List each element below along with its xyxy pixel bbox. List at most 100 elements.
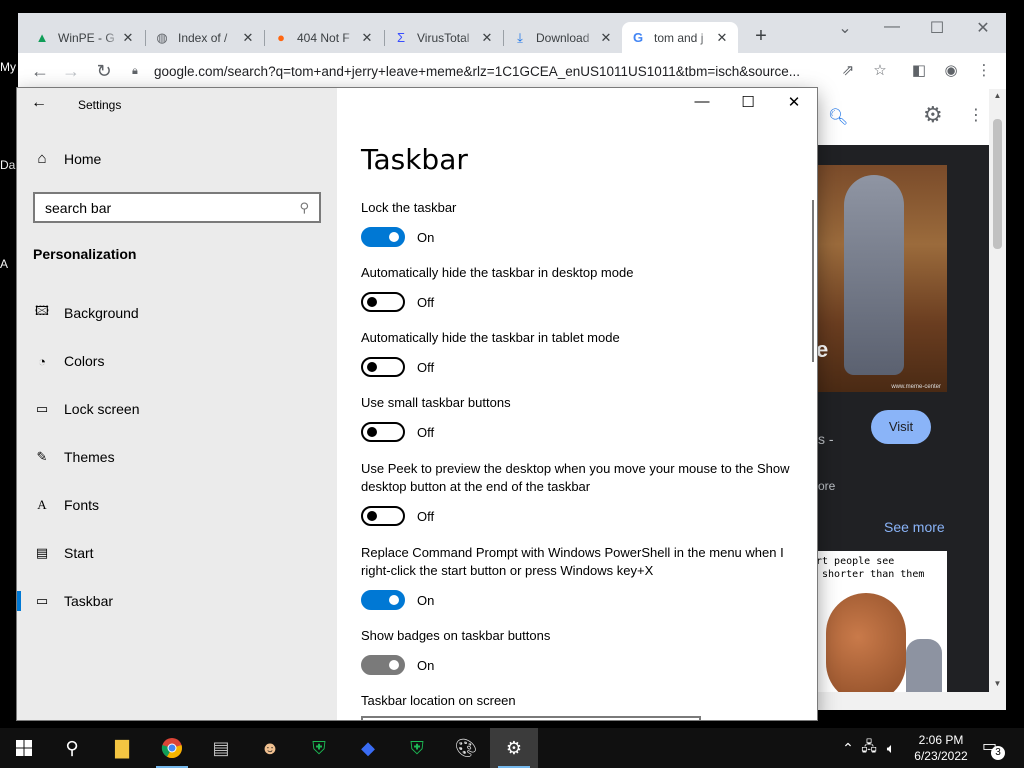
settings-gear-icon[interactable]: ⚙	[490, 728, 538, 768]
url-text[interactable]: google.com/search?q=tom+and+jerry+leave+…	[154, 64, 898, 79]
side-panel-icon[interactable]: ◧	[908, 61, 930, 79]
chevron-up-icon[interactable]: ⌃	[838, 740, 858, 757]
toggle-switch[interactable]	[361, 506, 405, 526]
sidebar-item-background[interactable]: 🖾︎ Background	[17, 293, 337, 333]
home-label: Home	[64, 150, 102, 167]
browser-tab[interactable]: ◍ Index of / ✕	[146, 22, 264, 53]
scroll-down-arrow-icon[interactable]: ▼	[989, 679, 1006, 688]
meme-image-tom[interactable]: e www.meme-center	[816, 165, 947, 392]
close-tab-icon[interactable]: ✕	[598, 30, 614, 46]
setting-lock-taskbar: Lock the taskbar On	[361, 199, 801, 247]
user-tool-icon[interactable]: ☻	[246, 728, 294, 768]
setting-label: Lock the taskbar	[361, 200, 457, 215]
setting-label: Use Peek to preview the desktop when you…	[361, 461, 790, 494]
address-bar[interactable]: 🔒︎ google.com/search?q=tom+and+jerry+lea…	[128, 57, 898, 85]
sidebar-item-label: Themes	[64, 449, 115, 465]
desktop-icon-label[interactable]: Da	[0, 158, 15, 172]
profile-avatar-icon[interactable]: ◉	[940, 61, 962, 79]
shield-check-icon[interactable]: ⛨	[393, 728, 441, 768]
tab-title: Index of /	[178, 30, 228, 45]
clock[interactable]: 2:06 PM 6/23/2022	[908, 732, 974, 764]
close-tab-icon[interactable]: ✕	[479, 30, 495, 46]
toggle-switch[interactable]	[361, 655, 405, 675]
setting-label: Automatically hide the taskbar in tablet…	[361, 330, 620, 345]
search-icon[interactable]: 🔍︎	[828, 107, 848, 127]
maximize-icon[interactable]: ☐	[922, 18, 952, 38]
sidebar-item-label: Start	[64, 545, 94, 561]
back-arrow-icon[interactable]: ←	[31, 94, 51, 112]
share-icon[interactable]: ⇗	[837, 61, 859, 79]
toggle-knob	[389, 232, 399, 242]
sidebar-item-lock-screen[interactable]: ▭ Lock screen	[17, 389, 337, 429]
desktop-icon-label[interactable]: A	[0, 257, 8, 271]
bookmark-star-icon[interactable]: ☆	[869, 61, 891, 79]
search-query[interactable]: search bar	[45, 200, 111, 216]
sidebar-item-colors[interactable]: ◔ Colors	[17, 341, 337, 381]
browser-tab[interactable]: ● 404 Not F ✕	[265, 22, 383, 53]
close-tab-icon[interactable]: ✕	[714, 30, 730, 46]
toggle-row: Off	[361, 292, 801, 312]
forward-icon[interactable]: →	[59, 59, 83, 83]
minimize-icon[interactable]: —	[687, 93, 717, 110]
volume-icon[interactable]: 🔈︎	[880, 740, 902, 757]
minimize-icon[interactable]: —	[877, 18, 907, 36]
download-icon: ⤓	[517, 29, 523, 45]
tab-strip: ▲ WinPE - G ✕ ◍ Index of / ✕ ● 404 Not F…	[18, 13, 1006, 53]
close-tab-icon[interactable]: ✕	[359, 30, 375, 46]
content-scrollbar[interactable]	[812, 200, 814, 362]
search-icon[interactable]: ⚲	[48, 728, 96, 768]
shield-check-icon[interactable]: ⛨	[295, 728, 343, 768]
gear-icon[interactable]: ⚙	[923, 102, 943, 128]
visit-button[interactable]: Visit	[871, 410, 931, 444]
reload-icon[interactable]: ↻	[92, 59, 116, 83]
result-snippet[interactable]: ore	[818, 479, 835, 493]
browser-tab[interactable]: ⤓ Download ✕	[504, 22, 622, 53]
scroll-up-arrow-icon[interactable]: ▲	[989, 91, 1006, 100]
taskbar-location-dropdown[interactable]	[361, 716, 701, 720]
scrollbar-thumb[interactable]	[993, 119, 1002, 249]
search-icon[interactable]: ⚲	[299, 200, 309, 216]
toggle-switch[interactable]	[361, 357, 405, 377]
chrome-icon[interactable]	[148, 728, 196, 768]
settings-search-input[interactable]: search bar ⚲	[33, 192, 321, 223]
drive-tool-icon[interactable]: ▤	[197, 728, 245, 768]
back-icon[interactable]: ←	[28, 59, 52, 83]
browser-tab-active[interactable]: G tom and j ✕	[622, 22, 738, 53]
taskbar-icon: ▭	[35, 593, 49, 608]
lock-icon[interactable]: 🔒︎	[132, 65, 146, 78]
toggle-switch[interactable]	[361, 422, 405, 442]
browser-toolbar: ← → ↻ 🔒︎ google.com/search?q=tom+and+jer…	[18, 53, 1006, 89]
sidebar-item-start[interactable]: ▤ Start	[17, 533, 337, 573]
page-scrollbar[interactable]: ▲ ▼	[989, 89, 1006, 710]
cube-icon[interactable]: ◆	[344, 728, 392, 768]
meme-image-jerry[interactable]: rt people see shorter than them	[816, 551, 947, 710]
notification-center-icon[interactable]: ▭ 3	[982, 736, 1005, 760]
browser-tab[interactable]: ▲ WinPE - G ✕	[26, 22, 144, 53]
paint-icon[interactable]: 🎨︎	[442, 728, 490, 768]
clock-time: 2:06 PM	[918, 733, 964, 747]
toggle-row: Off	[361, 422, 801, 442]
menu-kebab-icon[interactable]: ⋮	[973, 61, 995, 79]
toggle-row: On	[361, 227, 801, 247]
toggle-switch[interactable]	[361, 292, 405, 312]
horizontal-scrollbar[interactable]	[808, 692, 989, 710]
close-tab-icon[interactable]: ✕	[240, 30, 256, 46]
network-icon[interactable]: 🖧︎	[858, 736, 880, 760]
new-tab-button[interactable]: +	[748, 25, 774, 48]
file-explorer-icon[interactable]: ▇	[98, 728, 146, 768]
toggle-switch[interactable]	[361, 227, 405, 247]
start-icon[interactable]	[0, 728, 48, 768]
close-tab-icon[interactable]: ✕	[120, 30, 136, 46]
maximize-icon[interactable]: ☐	[733, 93, 763, 111]
close-window-icon[interactable]: ✕	[779, 93, 809, 111]
desktop-icon-label[interactable]: My	[0, 60, 16, 74]
tab-search-icon[interactable]: ⌄	[830, 18, 860, 38]
sidebar-item-taskbar[interactable]: ▭ Taskbar	[17, 581, 337, 621]
browser-tab[interactable]: Σ VirusTotal ✕	[385, 22, 503, 53]
sidebar-item-themes[interactable]: ✎ Themes	[17, 437, 337, 477]
see-more-link[interactable]: See more	[884, 519, 945, 535]
toggle-switch[interactable]	[361, 590, 405, 610]
close-window-icon[interactable]: ✕	[968, 18, 998, 38]
home-nav-item[interactable]: ⌂ Home	[33, 150, 101, 167]
sidebar-item-fonts[interactable]: A Fonts	[17, 485, 337, 525]
